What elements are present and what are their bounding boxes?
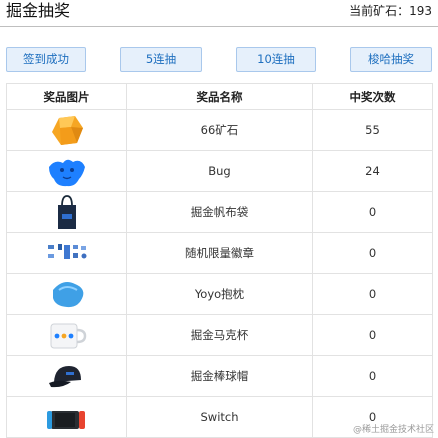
prize-name: 66矿石: [126, 109, 313, 151]
cap-icon: [48, 366, 81, 388]
table-row: 66矿石 55: [6, 109, 433, 151]
prize-image-cell: [6, 232, 127, 274]
prize-name: 掘金棒球帽: [126, 355, 313, 397]
prize-name: Yoyo抱枕: [126, 273, 313, 315]
pillow-icon: [52, 282, 83, 308]
prize-image-cell: [6, 191, 127, 233]
ten-draw-button[interactable]: 10连抽: [236, 47, 316, 72]
win-count: 0: [312, 191, 433, 233]
win-count: 0: [312, 273, 433, 315]
table-row: 掘金棒球帽 0: [6, 355, 433, 397]
prize-image-cell: [6, 314, 127, 356]
prize-image-cell: [6, 396, 127, 438]
five-draw-button[interactable]: 5连抽: [120, 47, 202, 72]
win-count: 0: [312, 314, 433, 356]
prize-name: Switch: [126, 396, 313, 438]
watermark: @稀土掘金技术社区: [352, 425, 434, 435]
win-count: 0: [312, 232, 433, 274]
header-divider: [0, 26, 438, 27]
table-row: 掘金马克杯 0: [6, 314, 433, 356]
canvas-bag-icon: [57, 195, 76, 229]
checkin-button[interactable]: 签到成功: [6, 47, 86, 72]
ore-gem-icon: [51, 116, 83, 145]
table-row: Yoyo抱枕 0: [6, 273, 433, 315]
ore-balance: 当前矿石：193: [349, 3, 432, 19]
win-count: 55: [312, 109, 433, 151]
ore-label: 当前矿石：: [349, 4, 410, 18]
page-title: 掘金抽奖: [6, 1, 71, 20]
prize-name: 掘金帆布袋: [126, 191, 313, 233]
win-count: 0: [312, 355, 433, 397]
table-row: 掘金帆布袋 0: [6, 191, 433, 233]
ore-value: 193: [409, 4, 432, 18]
prize-image-cell: [6, 273, 127, 315]
badge-set-icon: [47, 244, 86, 259]
prize-table: 奖品图片 奖品名称 中奖次数 66矿石 55 Bug 24 掘金帆布袋 0 随机…: [6, 83, 433, 438]
table-row: 随机限量徽章 0: [6, 232, 433, 274]
all-in-draw-button[interactable]: 梭哈抽奖: [350, 47, 432, 72]
table-header-row: 奖品图片 奖品名称 中奖次数: [6, 83, 433, 110]
mug-icon: [50, 323, 86, 349]
table-row: Bug 24: [6, 150, 433, 192]
prize-image-cell: [6, 109, 127, 151]
prize-name: Bug: [126, 150, 313, 192]
win-count: 24: [312, 150, 433, 192]
prize-image-cell: [6, 150, 127, 192]
header: 掘金抽奖 当前矿石：193: [0, 0, 438, 26]
prize-image-cell: [6, 355, 127, 397]
column-header-image: 奖品图片: [6, 83, 127, 110]
prize-name: 掘金马克杯: [126, 314, 313, 356]
column-header-name: 奖品名称: [126, 83, 313, 110]
bug-icon: [48, 159, 85, 187]
console-icon: [46, 411, 85, 429]
prize-name: 随机限量徽章: [126, 232, 313, 274]
column-header-count: 中奖次数: [312, 83, 433, 110]
